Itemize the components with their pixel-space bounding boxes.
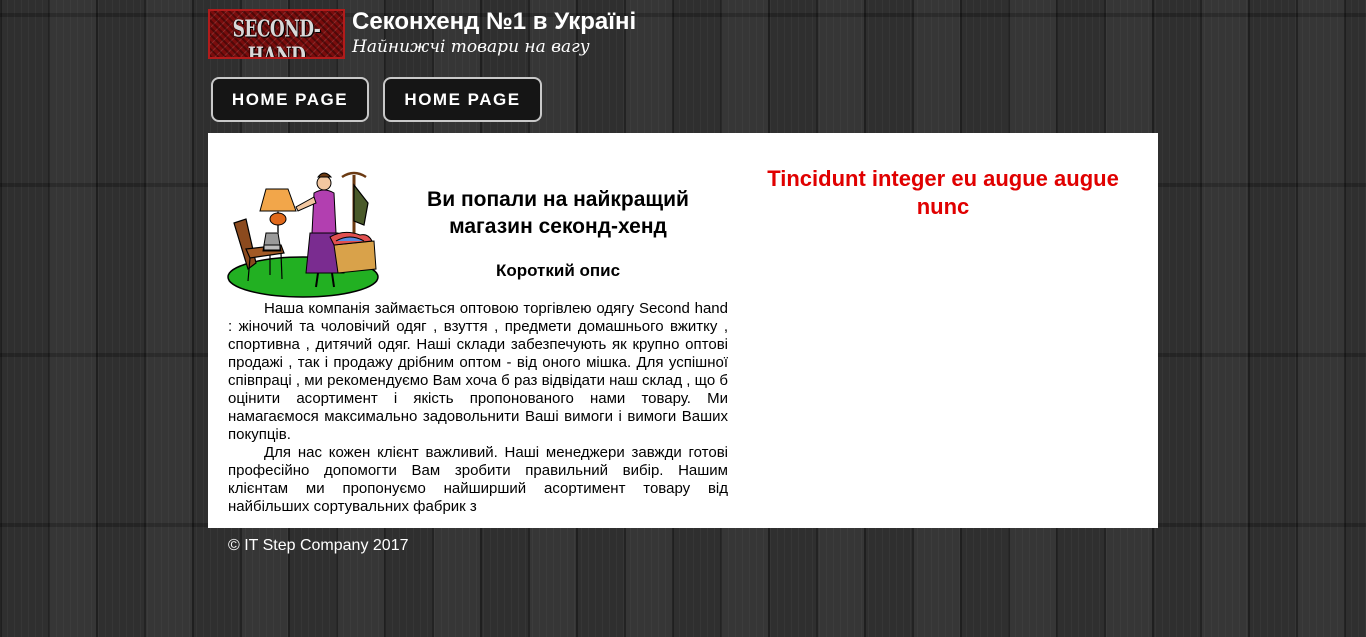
nav-home-page-button-1[interactable]: HOME PAGE: [211, 77, 369, 122]
description-paragraph: Для нас кожен клієнт важливий. Наші мене…: [228, 444, 728, 515]
sidebar-heading: Tincidunt integer eu augue augue nunc: [767, 166, 1119, 219]
main-heading: Ви попали на найкращий магазин секонд-хе…: [427, 188, 689, 238]
lamp: [259, 188, 297, 233]
vase: [262, 232, 282, 252]
site-title: Секонхенд №1 в Україні: [352, 8, 637, 35]
content-panel: Ви попали на найкращий магазин секонд-хе…: [208, 133, 1158, 528]
clothes-box: [329, 231, 377, 274]
footer-copyright: © IT Step Company 2017: [228, 537, 409, 554]
description-paragraph: Наша компанія займається оптовою торгівл…: [228, 300, 728, 443]
logo-text: SECOND-HAND: [232, 16, 321, 59]
shopper-illustration: [227, 171, 379, 298]
description-text: Наша компанія займається оптовою торгівл…: [228, 300, 728, 516]
sub-heading: Короткий опис: [495, 261, 621, 280]
nav-home-page-button-2[interactable]: HOME PAGE: [383, 77, 542, 122]
site-subtitle: Найнижчі товари на вагу: [352, 37, 590, 57]
site-logo[interactable]: SECOND-HAND: [208, 9, 345, 59]
site-header: SECOND-HAND Секонхенд №1 в Україні Найни…: [208, 8, 1158, 65]
